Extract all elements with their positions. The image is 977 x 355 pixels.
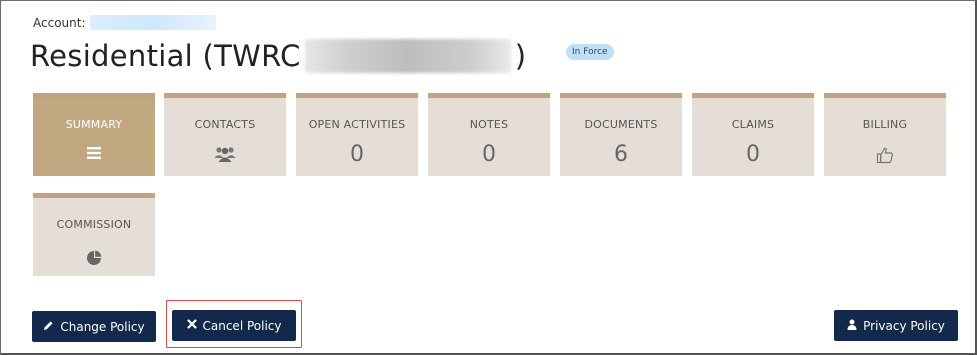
account-value-redacted[interactable] <box>89 15 216 30</box>
tile-commission-label: COMMISSION <box>56 218 132 231</box>
tile-open-activities[interactable]: OPEN ACTIVITIES 0 <box>296 93 418 176</box>
policy-number-redacted <box>304 39 511 73</box>
thumbs-up-icon <box>824 146 946 164</box>
pie-chart-icon <box>33 250 155 266</box>
page-title: Residential (TWRC ) <box>30 36 526 76</box>
tile-claims-label: CLAIMS <box>731 118 775 131</box>
tile-notes-count: 0 <box>482 142 496 167</box>
cancel-policy-highlight <box>166 300 302 348</box>
pencil-icon <box>43 320 54 334</box>
policy-title-prefix: Residential (TWRC <box>30 39 301 73</box>
tile-contacts-label: CONTACTS <box>194 118 256 131</box>
tile-billing-label: BILLING <box>862 118 908 131</box>
policy-title-suffix: ) <box>514 39 527 73</box>
tile-claims-count: 0 <box>746 142 760 167</box>
tile-claims[interactable]: CLAIMS 0 <box>692 93 814 176</box>
tile-notes[interactable]: NOTES 0 <box>428 93 550 176</box>
privacy-policy-label: Privacy Policy <box>863 318 945 333</box>
tile-notes-label: NOTES <box>469 118 509 131</box>
tile-open-activities-label: OPEN ACTIVITIES <box>308 118 406 131</box>
tile-documents-count: 6 <box>614 142 628 167</box>
tile-billing[interactable]: BILLING <box>824 93 946 176</box>
tile-contacts[interactable]: CONTACTS <box>164 93 286 176</box>
tile-documents-label: DOCUMENTS <box>584 118 658 131</box>
change-policy-button[interactable]: Change Policy <box>32 311 156 342</box>
status-badge: In Force <box>566 44 614 60</box>
account-row: Account: <box>33 15 216 30</box>
tile-commission[interactable]: COMMISSION <box>33 193 155 276</box>
user-icon <box>847 319 857 333</box>
tile-summary-label: SUMMARY <box>65 118 123 131</box>
account-label: Account: <box>33 15 86 30</box>
tile-open-activities-count: 0 <box>350 142 364 167</box>
users-group-icon <box>164 146 286 162</box>
change-policy-label: Change Policy <box>60 319 145 334</box>
privacy-policy-button[interactable]: Privacy Policy <box>834 310 958 341</box>
hamburger-menu-icon <box>33 146 155 160</box>
tile-documents[interactable]: DOCUMENTS 6 <box>560 93 682 176</box>
tile-summary[interactable]: SUMMARY <box>33 93 155 176</box>
